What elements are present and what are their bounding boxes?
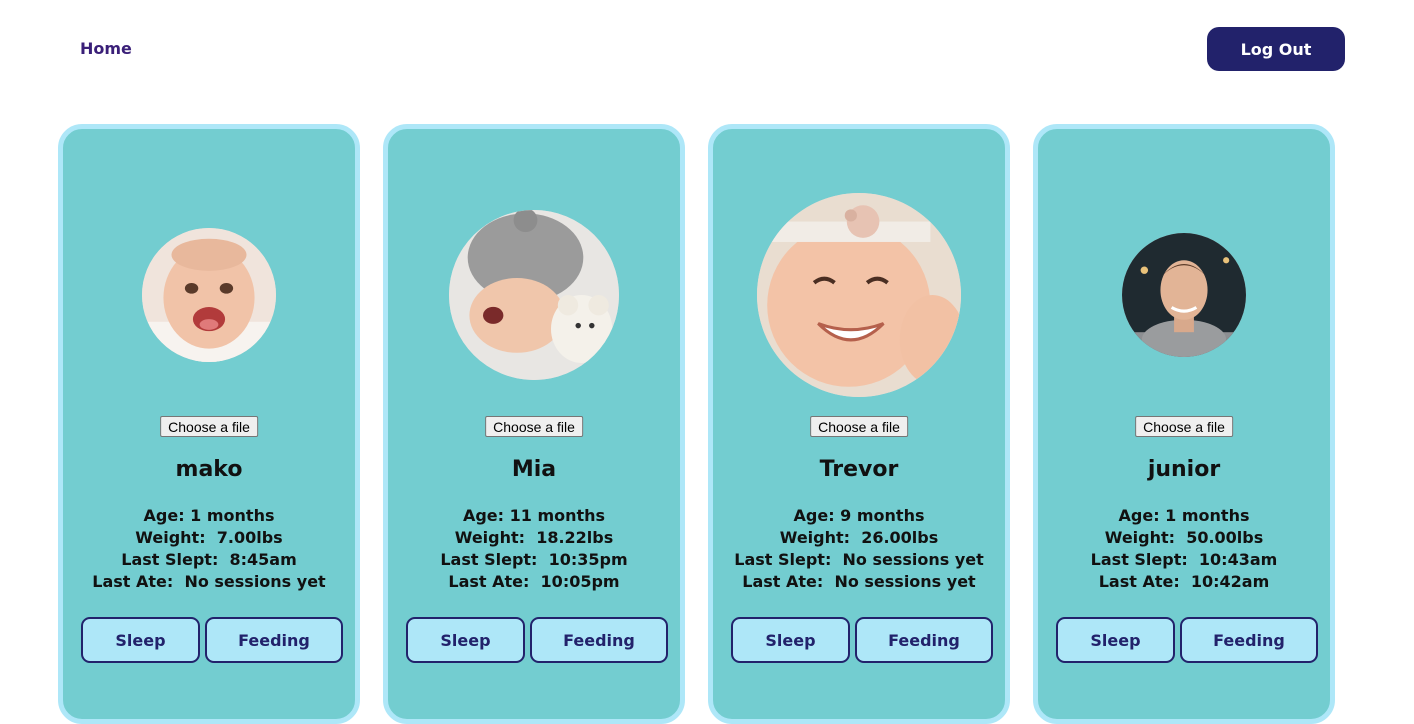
last-slept-stat: Last Slept: 10:43am bbox=[1090, 550, 1278, 569]
sleep-button[interactable]: Sleep bbox=[731, 617, 850, 663]
last-slept-stat: Last Slept: 10:35pm bbox=[440, 550, 628, 569]
choose-file-button[interactable]: Choose a file bbox=[160, 416, 258, 437]
last-slept-stat: Last Slept: 8:45am bbox=[121, 550, 297, 569]
baby-name: junior bbox=[1147, 457, 1221, 482]
choose-file-button[interactable]: Choose a file bbox=[1135, 416, 1233, 437]
baby-name: mako bbox=[175, 457, 243, 482]
baby-card-mia: Choose a file Mia Age: 11 months Weight:… bbox=[383, 124, 685, 724]
baby-stats: Age: 1 months Weight: 7.00lbs Last Slept… bbox=[63, 505, 355, 593]
sleep-button[interactable]: Sleep bbox=[81, 617, 200, 663]
home-link[interactable]: Home bbox=[80, 38, 132, 60]
baby-avatar-photo bbox=[449, 210, 619, 380]
feeding-button[interactable]: Feeding bbox=[1180, 617, 1318, 663]
sleep-button[interactable]: Sleep bbox=[1056, 617, 1175, 663]
sleep-button[interactable]: Sleep bbox=[406, 617, 525, 663]
baby-name: Mia bbox=[511, 457, 557, 482]
last-ate-stat: Last Ate: No sessions yet bbox=[742, 572, 976, 591]
weight-stat: Weight: 26.00lbs bbox=[779, 528, 939, 547]
last-slept-stat: Last Slept: No sessions yet bbox=[734, 550, 984, 569]
baby-card-junior: Choose a file junior Age: 1 months Weigh… bbox=[1033, 124, 1335, 724]
choose-file-button[interactable]: Choose a file bbox=[485, 416, 583, 437]
baby-stats: Age: 9 months Weight: 26.00lbs Last Slep… bbox=[713, 505, 1005, 593]
baby-avatar-photo bbox=[757, 193, 961, 397]
feeding-button[interactable]: Feeding bbox=[855, 617, 993, 663]
age-stat: Age: 1 months bbox=[1118, 506, 1250, 525]
feeding-button[interactable]: Feeding bbox=[530, 617, 668, 663]
weight-stat: Weight: 50.00lbs bbox=[1104, 528, 1264, 547]
baby-stats: Age: 1 months Weight: 50.00lbs Last Slep… bbox=[1038, 505, 1330, 593]
last-ate-stat: Last Ate: No sessions yet bbox=[92, 572, 326, 591]
last-ate-stat: Last Ate: 10:42am bbox=[1098, 572, 1270, 591]
baby-card-mako: Choose a file mako Age: 1 months Weight:… bbox=[58, 124, 360, 724]
baby-avatar-photo bbox=[1122, 233, 1246, 357]
baby-stats: Age: 11 months Weight: 18.22lbs Last Sle… bbox=[388, 505, 680, 593]
age-stat: Age: 1 months bbox=[143, 506, 275, 525]
age-stat: Age: 11 months bbox=[462, 506, 606, 525]
age-stat: Age: 9 months bbox=[793, 506, 925, 525]
weight-stat: Weight: 7.00lbs bbox=[135, 528, 283, 547]
baby-name: Trevor bbox=[819, 457, 899, 482]
baby-card-trevor: Choose a file Trevor Age: 9 months Weigh… bbox=[708, 124, 1010, 724]
last-ate-stat: Last Ate: 10:05pm bbox=[448, 572, 620, 591]
baby-avatar-photo bbox=[142, 228, 276, 362]
feeding-button[interactable]: Feeding bbox=[205, 617, 343, 663]
weight-stat: Weight: 18.22lbs bbox=[454, 528, 614, 547]
choose-file-button[interactable]: Choose a file bbox=[810, 416, 908, 437]
log-out-button[interactable]: Log Out bbox=[1207, 27, 1345, 71]
